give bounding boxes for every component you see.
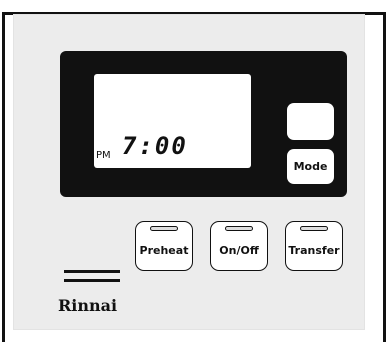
preheat-indicator-light bbox=[150, 226, 178, 231]
transfer-button-label: Transfer bbox=[288, 244, 340, 257]
on-off-button[interactable]: On/Off bbox=[210, 221, 268, 271]
transfer-button[interactable]: Transfer bbox=[285, 221, 343, 271]
display-frame: PM 7:00 Mode bbox=[60, 51, 347, 197]
mode-button[interactable]: Mode bbox=[287, 149, 334, 184]
preheat-button[interactable]: Preheat bbox=[135, 221, 193, 271]
on-off-button-label: On/Off bbox=[219, 244, 259, 257]
preheat-button-label: Preheat bbox=[139, 244, 189, 257]
brand-lines-icon bbox=[64, 270, 120, 288]
on-off-indicator-light bbox=[225, 226, 253, 231]
transfer-indicator-light bbox=[300, 226, 328, 231]
brand-logo: Rinnai bbox=[58, 296, 118, 315]
lcd-screen: PM 7:00 bbox=[94, 74, 251, 168]
time-readout: 7:00 bbox=[122, 132, 188, 160]
blank-button[interactable] bbox=[287, 103, 334, 140]
period-indicator: PM bbox=[96, 150, 111, 161]
